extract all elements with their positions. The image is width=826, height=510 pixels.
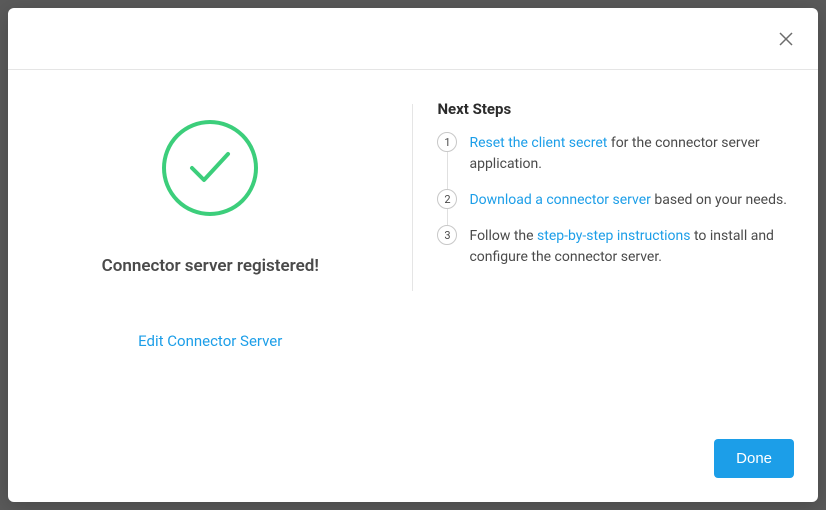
step-text: Download a connector server based on you…	[469, 189, 786, 211]
close-button[interactable]	[774, 27, 798, 51]
modal-footer: Done	[8, 421, 818, 502]
next-steps-heading: Next Steps	[437, 100, 790, 118]
success-message: Connector server registered!	[102, 256, 319, 276]
step-by-step-instructions-link[interactable]: step-by-step instructions	[537, 228, 690, 244]
step-suffix: based on your needs.	[651, 192, 787, 208]
reset-client-secret-link[interactable]: Reset the client secret	[469, 135, 607, 151]
step-number-badge: 1	[437, 132, 457, 152]
step-item: 2 Download a connector server based on y…	[437, 189, 790, 211]
edit-connector-server-link[interactable]: Edit Connector Server	[138, 332, 282, 350]
next-steps-panel: Next Steps 1 Reset the client secret for…	[413, 100, 818, 401]
success-check-icon	[162, 120, 258, 216]
step-number-badge: 2	[437, 189, 457, 209]
done-button[interactable]: Done	[714, 439, 794, 478]
modal-header	[8, 8, 818, 70]
step-number-badge: 3	[437, 225, 457, 245]
registration-success-modal: Connector server registered! Edit Connec…	[8, 8, 818, 502]
step-connector	[447, 152, 448, 189]
step-item: 3 Follow the step-by-step instructions t…	[437, 225, 790, 268]
step-item: 1 Reset the client secret for the connec…	[437, 132, 790, 175]
close-icon	[777, 30, 795, 48]
steps-list: 1 Reset the client secret for the connec…	[437, 132, 790, 268]
step-prefix: Follow the	[469, 228, 537, 244]
download-connector-server-link[interactable]: Download a connector server	[469, 192, 650, 208]
step-connector	[447, 209, 448, 225]
modal-body: Connector server registered! Edit Connec…	[8, 70, 818, 421]
step-text: Follow the step-by-step instructions to …	[469, 225, 790, 268]
step-text: Reset the client secret for the connecto…	[469, 132, 790, 175]
success-panel: Connector server registered! Edit Connec…	[8, 100, 412, 401]
